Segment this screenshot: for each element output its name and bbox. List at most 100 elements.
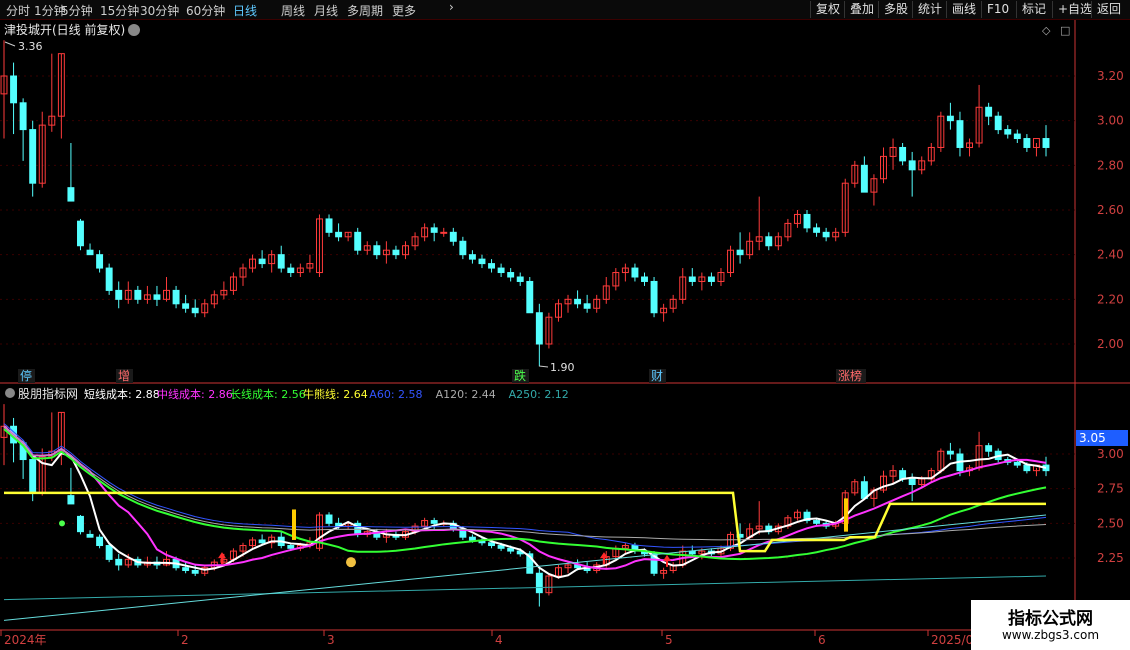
event-tag-2: 跌 (514, 368, 526, 383)
candle-body (1004, 129, 1012, 135)
period-tab-5[interactable]: 60分钟 (186, 2, 225, 19)
bull-bear-spike (292, 509, 296, 540)
candle-body (134, 289, 142, 300)
date-label-0: 2024年 (4, 633, 47, 647)
ind-candle-body (77, 515, 84, 533)
candle-body (803, 213, 811, 229)
legend-item-6: A250: 2.12 (509, 388, 569, 401)
candle-body (478, 258, 486, 265)
ind-candle-body (430, 520, 438, 524)
toolbar-button-3[interactable]: 统计 (912, 1, 947, 18)
ind-candle-body (1013, 461, 1021, 466)
date-label-2: 3 (327, 633, 335, 647)
ind-candle-body (497, 545, 505, 549)
candle-body (488, 263, 496, 269)
ind-candle-body (191, 569, 199, 574)
candle-body (641, 276, 648, 282)
window-icon: □ (1060, 24, 1070, 37)
period-tab-10[interactable]: 更多 (392, 2, 416, 19)
watermark: 指标公式网 www.zbgs3.com (971, 600, 1130, 650)
ind-candle-body (908, 478, 916, 486)
indicator-tick-label-3: 2.25 (1097, 551, 1124, 565)
candle-body (908, 160, 916, 171)
period-tab-6[interactable]: 日线 (233, 2, 257, 19)
period-tab-9[interactable]: 多周期 (347, 2, 383, 19)
candle-body (172, 289, 180, 305)
main-tick-label-6: 2.00 (1097, 337, 1124, 351)
diamond-icon: ◇ (1042, 24, 1051, 37)
candle-body (516, 276, 524, 282)
toolbar-button-2[interactable]: 多股 (878, 1, 913, 18)
main-tick-label-3: 2.60 (1097, 203, 1124, 217)
candle-body (535, 312, 543, 345)
candle-body (946, 115, 954, 122)
period-tab-0[interactable]: 分时 (6, 2, 30, 19)
candle-body (526, 280, 534, 314)
candle-body (1042, 138, 1050, 148)
toolbar-button-0[interactable]: 复权 (810, 1, 845, 18)
ind-candle-body (96, 536, 104, 547)
date-label-3: 4 (495, 633, 503, 647)
dropdown-chevron-icon[interactable] (128, 24, 140, 36)
event-tag-1: 增 (118, 369, 130, 383)
indicator-menu-icon[interactable] (5, 388, 15, 398)
bull-bear-spike (844, 498, 848, 532)
main-tick-label-4: 2.40 (1097, 248, 1124, 262)
candle-body (105, 267, 113, 291)
main-tick-label-0: 3.20 (1097, 69, 1124, 83)
candle-body (153, 294, 161, 300)
ind-candle-body (468, 536, 476, 541)
period-tab-8[interactable]: 月线 (314, 2, 338, 19)
candle-body (67, 187, 75, 202)
candle-body (765, 236, 773, 247)
toolbar-button-4[interactable]: 画线 (946, 1, 981, 18)
candle-body (707, 276, 715, 282)
ind-candle-body (535, 572, 543, 594)
candle-body (191, 307, 199, 314)
period-tab-7[interactable]: 周线 (281, 2, 305, 19)
candle-body (354, 231, 362, 251)
candle-body (574, 298, 582, 305)
period-tab-2[interactable]: 5分钟 (61, 2, 93, 19)
candle-body (1023, 138, 1031, 148)
chevron-right-icon[interactable]: › (449, 0, 454, 14)
stock-title: 津投城开(日线 前复权) (4, 22, 125, 37)
legend-item-4: A60: 2.58 (369, 388, 422, 401)
candle-body (86, 249, 94, 256)
candle-body (994, 115, 1002, 131)
candle-body (29, 129, 37, 184)
toolbar-button-5[interactable]: F10 (981, 1, 1014, 18)
indicator-name: 股朋指标网 (18, 386, 78, 401)
legend-item-5: A120: 2.44 (436, 388, 496, 401)
ind-candle-body (86, 533, 94, 538)
ind-candle-body (1023, 464, 1031, 472)
ind-candle-body (488, 542, 496, 547)
toolbar-button-6[interactable]: 标记 (1016, 1, 1051, 18)
toolbar-button-8[interactable]: 返回 (1091, 1, 1126, 18)
candle-body (899, 146, 907, 162)
date-label-4: 5 (665, 633, 673, 647)
candle-body (468, 254, 476, 260)
period-tab-3[interactable]: 15分钟 (100, 2, 139, 19)
stock-chart[interactable]: 3.20 3.00 2.80 2.60 2.40 2.20 2.00 3.00 2.75 2.50… (0, 20, 1130, 650)
ind-candle-body (287, 545, 295, 549)
legend-item-3: 牛熊线: 2.64 (303, 387, 368, 401)
ind-candle-body (115, 558, 123, 566)
toolbar-button-1[interactable]: 叠加 (844, 1, 879, 18)
legend-item-2: 长线成本: 2.56 (230, 387, 306, 401)
candle-body (459, 240, 467, 256)
candle-body (631, 267, 639, 278)
ind-candle-body (325, 514, 333, 524)
candle-body (650, 280, 658, 314)
candle-body (287, 267, 295, 274)
ind-candle-body (985, 445, 993, 452)
main-tick-label-5: 2.20 (1097, 292, 1124, 306)
indicator-tick-label-2: 2.50 (1097, 516, 1124, 530)
signal-dot-icon (59, 520, 65, 527)
period-tab-4[interactable]: 30分钟 (140, 2, 179, 19)
candle-body (373, 245, 381, 256)
date-label-5: 6 (818, 633, 826, 647)
watermark-title: 指标公式网 (1008, 609, 1093, 629)
candle-body (956, 120, 964, 148)
event-tag-0: 停 (20, 368, 32, 383)
